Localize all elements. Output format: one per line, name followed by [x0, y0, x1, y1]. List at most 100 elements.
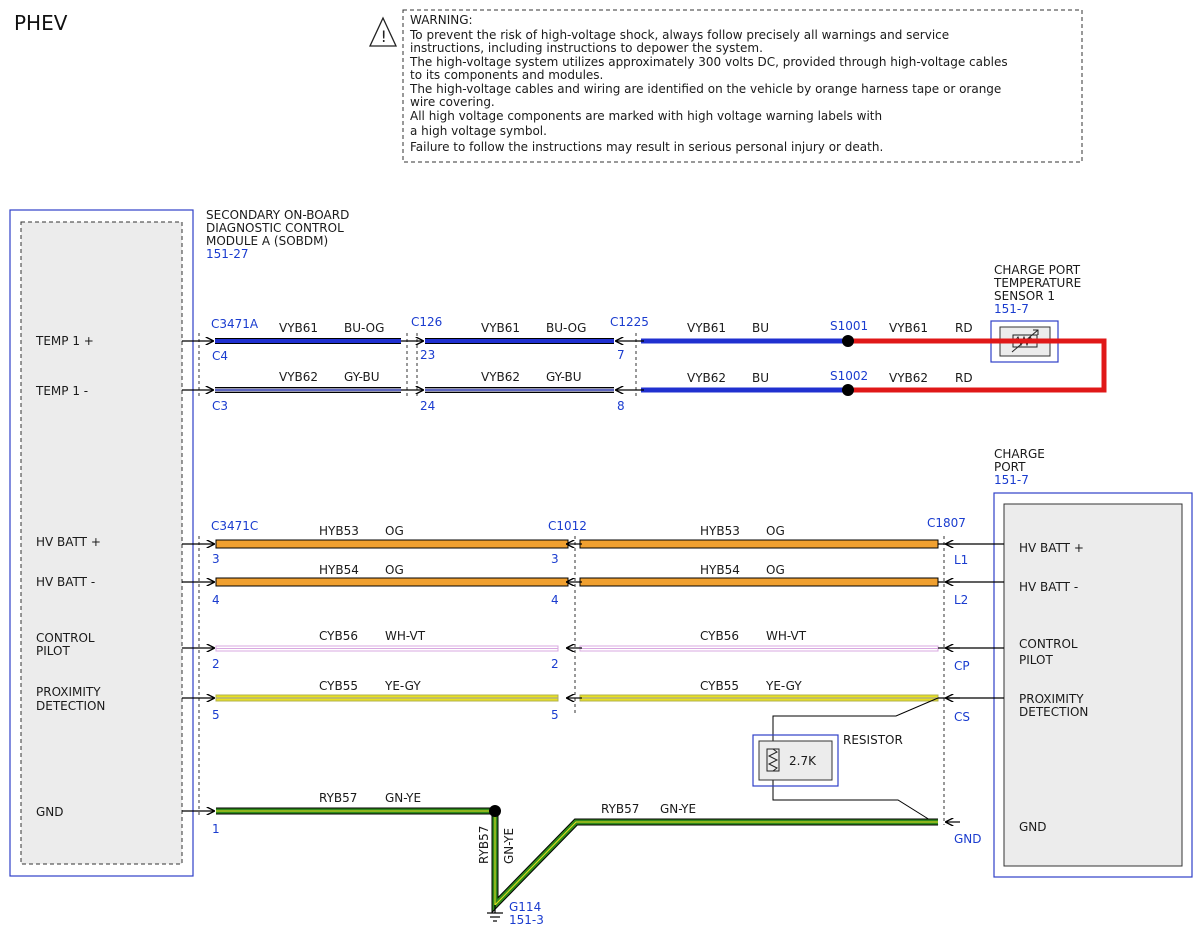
warning-line: a high voltage symbol. [410, 124, 547, 138]
wire-color-label: BU-OG [546, 321, 586, 335]
warning-line: wire covering. [410, 95, 495, 109]
wire-color-label: WH-VT [766, 629, 807, 643]
wire-circuit-label: VYB61 [687, 321, 726, 335]
wire-color-label: GY-BU [546, 370, 582, 384]
sobdm-name: MODULE A (SOBDM) [206, 234, 328, 248]
hv-plus-circuit [182, 539, 1004, 549]
warning-line: The high-voltage cables and wiring are i… [409, 82, 1001, 96]
wire-color-label: YE-GY [765, 679, 802, 693]
pin-number: GND [954, 832, 982, 846]
wire-circuit-label: HYB53 [319, 524, 359, 538]
diagram-title: PHEV [14, 11, 68, 35]
ground-circuit: G114 151-3 RYB57 GN-YE [182, 805, 960, 927]
control-pilot-circuit [182, 646, 1004, 651]
wire-circuit-label: VYB62 [889, 371, 928, 385]
hv-minus-circuit [182, 577, 1004, 587]
wire-circuit-label: RYB57 [601, 802, 639, 816]
wire-circuit-label: VYB62 [481, 370, 520, 384]
warning-line: The high-voltage system utilizes approxi… [409, 55, 1008, 69]
wire-circuit-label: VYB62 [279, 370, 318, 384]
sobdm-pin-proximity: DETECTION [36, 699, 105, 713]
sensor-name: TEMPERATURE [993, 276, 1081, 290]
charge-port-name: PORT [994, 460, 1026, 474]
sensor-ref: 151-7 [994, 302, 1029, 316]
sobdm-pin-control-pilot: CONTROL [36, 631, 95, 645]
sobdm-pin-hv-plus: HV BATT + [36, 535, 101, 549]
temp-minus-circuit [182, 384, 854, 396]
wire-color-label: BU-OG [344, 321, 384, 335]
wire-color-label: BU [752, 371, 769, 385]
wiring-diagram: PHEV ! WARNING: To prevent the risk of h… [9, 9, 1193, 927]
pin-number: 24 [420, 399, 435, 413]
wire-circuit-label: VYB61 [481, 321, 520, 335]
pin-number: 5 [551, 708, 559, 722]
wire-circuit-label: VYB61 [889, 321, 928, 335]
sobdm-pin-proximity: PROXIMITY [36, 685, 101, 699]
wire-circuit-label: HYB53 [700, 524, 740, 538]
charge-port-pin-proximity: PROXIMITY [1019, 692, 1084, 706]
wire-color-label: GN-YE [385, 791, 421, 805]
pin-number: 3 [212, 552, 220, 566]
pin-number: 3 [551, 552, 559, 566]
wire-circuit-label: CYB55 [319, 679, 358, 693]
charge-port-module: CHARGE PORT 151-7 HV BATT + HV BATT - CO… [993, 447, 1193, 878]
wire-circuit-label: VYB62 [687, 371, 726, 385]
wire-color-label: RD [955, 371, 973, 385]
splice-s1001 [842, 335, 854, 347]
connector-c3471c: C3471C [211, 519, 258, 533]
sobdm-pin-temp1-plus: TEMP 1 + [35, 334, 94, 348]
resistor-label: RESISTOR [843, 733, 903, 747]
connector-c3471a: C3471A [211, 317, 259, 331]
wire-color-label: YE-GY [384, 679, 421, 693]
wire-circuit-label: HYB54 [319, 563, 359, 577]
connector-c1225: C1225 [610, 315, 649, 329]
warning-heading: WARNING: [410, 13, 473, 27]
sensor-name: CHARGE PORT [994, 263, 1081, 277]
wire-color-label: OG [766, 524, 785, 538]
charge-port-pin-gnd: GND [1019, 820, 1047, 834]
charge-port-pin-hv-plus: HV BATT + [1019, 541, 1084, 555]
pin-number: 1 [212, 822, 220, 836]
wire-color-label: WH-VT [385, 629, 426, 643]
connector-c1807: C1807 [927, 516, 966, 530]
wire-circuit-label: CYB55 [700, 679, 739, 693]
warning-exclamation-icon: ! [381, 27, 387, 46]
wire-color-label: OG [385, 524, 404, 538]
ground-name: G114 [509, 900, 541, 914]
ground-symbol-icon [487, 905, 503, 922]
pin-number: C3 [212, 399, 228, 413]
sobdm-pin-temp1-minus: TEMP 1 - [35, 384, 88, 398]
wire-color-label: OG [766, 563, 785, 577]
ground-drop-color: GN-YE [502, 828, 516, 864]
wire-color-label: RD [955, 321, 973, 335]
resistor-component: 2.7K RESISTOR [752, 697, 939, 826]
warning-line: to its components and modules. [410, 68, 603, 82]
pin-number: 7 [617, 348, 625, 362]
wire-color-label: GY-BU [344, 370, 380, 384]
wire-color-label: GN-YE [660, 802, 696, 816]
warning-box: ! WARNING: To prevent the risk of high-v… [368, 9, 1083, 163]
wire-circuit-label: CYB56 [319, 629, 358, 643]
charge-port-pin-control-pilot: CONTROL [1019, 637, 1078, 651]
pin-number: C4 [212, 349, 228, 363]
pin-number: 2 [551, 657, 559, 671]
ground-drop-circuit: RYB57 [477, 826, 491, 864]
pin-number: 2 [212, 657, 220, 671]
connector-c1012: C1012 [548, 519, 587, 533]
temperature-sensor: CHARGE PORT TEMPERATURE SENSOR 1 151-7 [990, 263, 1081, 363]
charge-port-pin-control-pilot: PILOT [1019, 653, 1053, 667]
wire-circuit-label: HYB54 [700, 563, 740, 577]
pin-number: CS [954, 710, 970, 724]
sobdm-pin-control-pilot: PILOT [36, 644, 70, 658]
charge-port-pin-proximity: DETECTION [1019, 705, 1088, 719]
sobdm-name: SECONDARY ON-BOARD [206, 208, 349, 222]
wire-color-label: OG [385, 563, 404, 577]
ground-ref: 151-3 [509, 913, 544, 927]
sobdm-ref: 151-27 [206, 247, 249, 261]
pin-number: 23 [420, 348, 435, 362]
proximity-circuit [182, 695, 1004, 701]
pin-number: 5 [212, 708, 220, 722]
charge-port-pin-hv-minus: HV BATT - [1019, 580, 1078, 594]
pin-number: 4 [212, 593, 220, 607]
connector-c126: C126 [411, 315, 442, 329]
